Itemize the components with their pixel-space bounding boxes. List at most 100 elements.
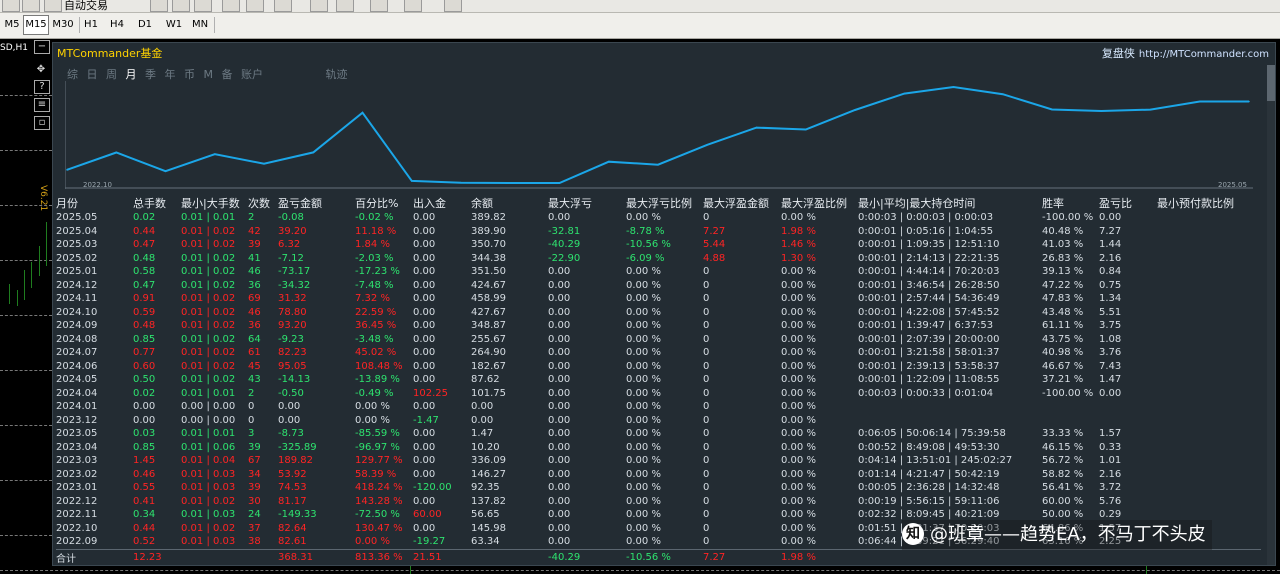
total-cell: 合计 <box>56 548 133 565</box>
table-cell: 0:04:14 | 13:51:01 | 245:02:27 <box>858 455 1013 467</box>
data-point <box>411 180 413 182</box>
table-row[interactable]: 2024.10 0.59 0.01 | 0.02 46 78.80 22.59 % 0.00… <box>56 306 1261 320</box>
periods-icon[interactable] <box>404 0 422 12</box>
table-row[interactable]: 2025.04 0.44 0.01 | 0.02 42 39.20 11.18 % 0.00… <box>56 225 1261 239</box>
column-header[interactable]: 月份 <box>56 195 133 211</box>
table-cell <box>1157 279 1261 293</box>
move-icon[interactable]: ✥ <box>34 64 48 76</box>
main-toolbar: 自动交易 <box>0 0 1280 13</box>
toolbar-icon[interactable] <box>2 0 20 12</box>
column-header[interactable]: 最小预付款比例 <box>1157 195 1261 211</box>
table-row[interactable]: 2025.01 0.58 0.01 | 0.02 46 -73.17 -17.23 % 0.… <box>56 265 1261 279</box>
column-header[interactable]: 余额 <box>471 195 548 211</box>
table-row[interactable]: 2025.02 0.48 0.01 | 0.02 41 -7.12 -2.03 % 0.00… <box>56 252 1261 266</box>
chart-bar-icon[interactable] <box>150 0 168 12</box>
column-header[interactable]: 最大浮盈比例 <box>781 195 858 211</box>
panel-scrollbar[interactable] <box>1267 65 1275 565</box>
table-cell: 45.02 % <box>355 347 397 359</box>
timeframe-mn[interactable]: MN <box>189 16 211 34</box>
tab-trail[interactable]: 轨迹 <box>326 68 348 81</box>
column-header[interactable]: 最小|平均|最大持仓时间 <box>858 195 1042 211</box>
table-cell: -85.59 % <box>355 428 400 440</box>
templates-icon[interactable] <box>444 0 462 12</box>
candle <box>17 290 18 306</box>
column-header[interactable]: 百分比% <box>355 195 413 211</box>
help-icon[interactable]: ? <box>34 80 50 94</box>
table-cell: 3.75 <box>1099 320 1122 332</box>
table-row[interactable]: 2024.12 0.47 0.01 | 0.02 36 -34.32 -7.48 % 0.0… <box>56 279 1261 293</box>
tab-quarter[interactable]: 季 <box>145 68 156 81</box>
table-cell <box>1157 441 1261 455</box>
tab-week[interactable]: 周 <box>106 68 117 81</box>
column-header[interactable]: 次数 <box>248 195 278 211</box>
column-header[interactable]: 盈亏金额 <box>278 195 355 211</box>
table-row[interactable]: 2025.05 0.02 0.01 | 0.01 2 -0.08 -0.02 % 0.00 3… <box>56 211 1261 225</box>
tab-year[interactable]: 年 <box>165 68 176 81</box>
tab-summary[interactable]: 综 <box>67 68 78 81</box>
autoscroll-icon[interactable] <box>336 0 354 12</box>
tab-account[interactable]: 账户 <box>241 68 263 81</box>
timeframe-h4[interactable]: H4 <box>107 16 127 34</box>
autotrade-button[interactable]: 自动交易 <box>64 0 108 12</box>
tab-magic[interactable]: M <box>204 68 214 81</box>
table-cell: 0.00 % <box>781 495 816 507</box>
table-row[interactable]: 2023.03 1.45 0.01 | 0.04 67 189.82 129.77 % 0.… <box>56 454 1261 468</box>
panel-scrollbar-thumb[interactable] <box>1267 65 1275 101</box>
table-row[interactable]: 2023.04 0.85 0.01 | 0.06 39 -325.89 -96.97 % 0… <box>56 441 1261 455</box>
tab-day[interactable]: 日 <box>87 68 98 81</box>
chart-candle-icon[interactable] <box>172 0 190 12</box>
panel-url-link[interactable]: http://MTCommander.com <box>1139 49 1269 60</box>
column-header[interactable]: 最小|大手数 <box>181 195 248 211</box>
column-header[interactable]: 胜率 <box>1042 195 1099 211</box>
timeframe-h1[interactable]: H1 <box>81 16 101 34</box>
column-header[interactable]: 总手数 <box>133 195 181 211</box>
table-row[interactable]: 2023.05 0.03 0.01 | 0.01 3 -8.73 -85.59 % 0.00… <box>56 427 1261 441</box>
list-icon[interactable]: ≡ <box>34 98 50 112</box>
chart-line-icon[interactable] <box>194 0 212 12</box>
chart-shift-icon[interactable] <box>310 0 328 12</box>
timeframe-w1[interactable]: W1 <box>163 16 185 34</box>
candle <box>24 270 25 300</box>
table-row[interactable]: 2024.01 0.00 0.00 | 0.00 0 0.00 0.00 % 0.00 0.0… <box>56 400 1261 414</box>
table-row[interactable]: 2022.12 0.41 0.01 | 0.02 30 81.17 143.28 % 0.0… <box>56 495 1261 509</box>
column-header[interactable]: 盈亏比 <box>1099 195 1157 211</box>
tile-windows-icon[interactable] <box>274 0 292 12</box>
table-cell: 0 <box>703 522 710 534</box>
column-header[interactable]: 出入金 <box>413 195 471 211</box>
table-cell: 0.00 % <box>781 509 816 521</box>
timeframe-m5[interactable]: M5 <box>2 16 22 34</box>
autotrade-icon[interactable] <box>44 0 62 12</box>
tab-month[interactable]: 月 <box>126 68 137 81</box>
table-row[interactable]: 2024.06 0.60 0.01 | 0.02 45 95.05 108.48 % 0.0… <box>56 360 1261 374</box>
timeframe-m15[interactable]: M15 <box>23 15 49 35</box>
table-row[interactable]: 2024.09 0.48 0.01 | 0.02 36 93.20 36.45 % 0.00… <box>56 319 1261 333</box>
table-row[interactable]: 2024.08 0.85 0.01 | 0.02 64 -9.23 -3.48 % 0.00… <box>56 333 1261 347</box>
table-row[interactable]: 2025.03 0.47 0.01 | 0.02 39 6.32 1.84 % 0.00 35… <box>56 238 1261 252</box>
table-cell: -0.08 <box>278 212 304 224</box>
zoom-in-icon[interactable] <box>222 0 240 12</box>
table-cell: 0.00 % <box>626 441 661 453</box>
table-row[interactable]: 2023.02 0.46 0.01 | 0.03 34 53.92 58.39 % 0.00… <box>56 468 1261 482</box>
table-row[interactable]: 2024.11 0.91 0.01 | 0.02 69 31.32 7.32 % 0.00 4… <box>56 292 1261 306</box>
table-row[interactable]: 2024.04 0.02 0.01 | 0.01 2 -0.50 -0.49 % 102.2… <box>56 387 1261 401</box>
table-cell: 0.00 % <box>626 455 661 467</box>
minimize-icon[interactable]: − <box>34 40 50 54</box>
timeframe-m30[interactable]: M30 <box>50 16 76 34</box>
window-icon[interactable]: ▫ <box>34 116 50 130</box>
tab-currency[interactable]: 币 <box>184 68 195 81</box>
table-cell: 5.44 <box>703 239 726 251</box>
table-row[interactable]: 2023.12 0.00 0.00 | 0.00 0 0.00 0.00 % -1.47 0.… <box>56 414 1261 428</box>
table-row[interactable]: 2023.01 0.55 0.01 | 0.03 39 74.53 418.24 % -12… <box>56 481 1261 495</box>
table-row[interactable]: 2024.07 0.77 0.01 | 0.02 61 82.23 45.02 % 0.00… <box>56 346 1261 360</box>
table-row[interactable]: 2024.05 0.50 0.01 | 0.02 43 -14.13 -13.89 % 0.… <box>56 373 1261 387</box>
globe-icon[interactable] <box>22 0 40 12</box>
indicators-icon[interactable] <box>370 0 388 12</box>
timeframe-d1[interactable]: D1 <box>135 16 155 34</box>
table-cell: 56.41 % <box>1042 482 1084 494</box>
table-cell: 34 <box>248 468 261 480</box>
zoom-out-icon[interactable] <box>246 0 264 12</box>
column-header[interactable]: 最大浮亏比例 <box>626 195 703 211</box>
column-header[interactable]: 最大浮亏 <box>548 195 626 211</box>
tab-note[interactable]: 备 <box>222 68 233 81</box>
column-header[interactable]: 最大浮盈金额 <box>703 195 781 211</box>
